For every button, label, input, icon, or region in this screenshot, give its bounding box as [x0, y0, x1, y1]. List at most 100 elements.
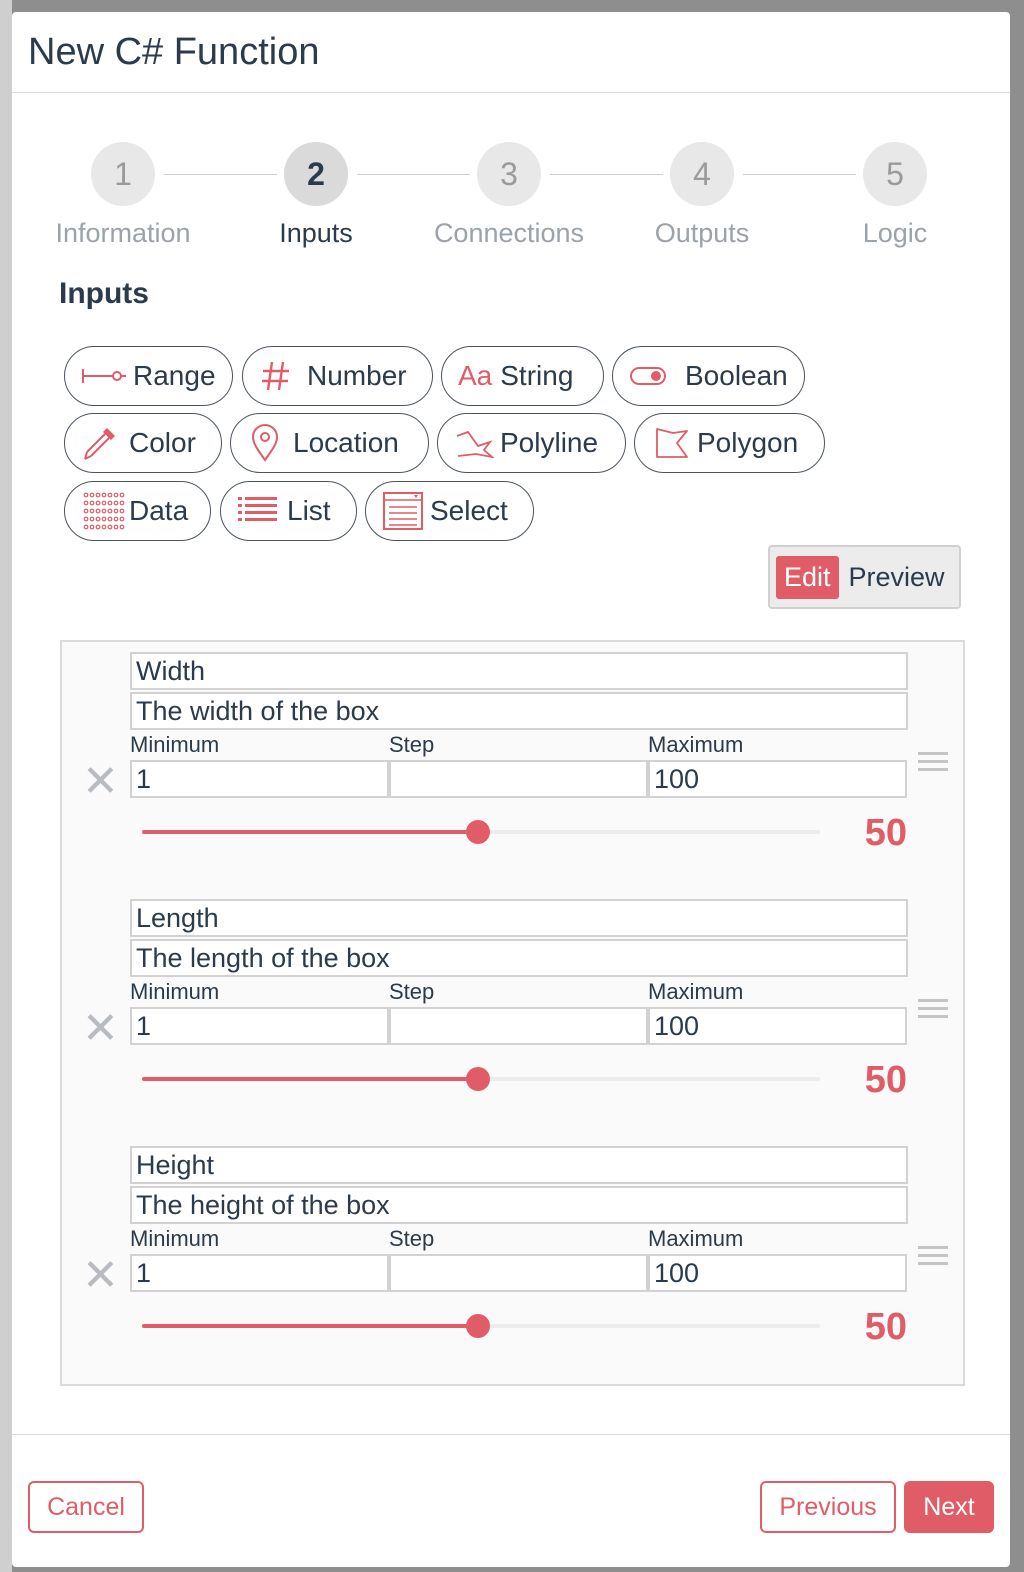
- step-label: Outputs: [654, 218, 750, 248]
- minimum-label: Minimum: [130, 979, 220, 1004]
- input-description-field[interactable]: The width of the box: [130, 692, 908, 730]
- chip-label: Polyline: [500, 427, 599, 458]
- wizard-stepper: 1 Information 2 Inputs 3 Connections 4 O…: [12, 142, 1010, 252]
- close-icon[interactable]: ✕: [82, 760, 119, 804]
- next-button[interactable]: Next: [904, 1481, 994, 1533]
- hash-icon: [262, 361, 289, 391]
- minimum-field[interactable]: 1: [130, 760, 389, 798]
- chip-label: Data: [129, 495, 189, 526]
- add-color-button[interactable]: Color: [64, 413, 222, 473]
- step-number: 1: [91, 142, 155, 206]
- toggle-icon: [630, 367, 666, 385]
- drag-handle-icon[interactable]: [918, 1244, 948, 1268]
- step-connections[interactable]: 3 Connections: [409, 142, 609, 249]
- step-logic[interactable]: 5 Logic: [795, 142, 995, 249]
- range-slider-icon: [82, 369, 126, 383]
- chip-label: Select: [430, 495, 508, 526]
- close-icon[interactable]: ✕: [82, 1007, 119, 1051]
- slider-value: 50: [864, 812, 907, 854]
- input-description-field[interactable]: The height of the box: [130, 1186, 908, 1224]
- range-input-item: Length The length of the box Minimum Ste…: [62, 899, 963, 1139]
- range-slider[interactable]: [142, 1314, 820, 1338]
- chip-label: String: [500, 360, 574, 391]
- step-number: 5: [863, 142, 927, 206]
- step-number: 4: [670, 142, 734, 206]
- slider-value: 50: [864, 1306, 907, 1348]
- step-information[interactable]: 1 Information: [23, 142, 223, 249]
- step-label: Logic: [862, 218, 928, 248]
- chip-label: Number: [307, 360, 407, 391]
- minimum-label: Minimum: [130, 732, 220, 757]
- chip-label: Range: [133, 360, 216, 391]
- step-number: 2: [284, 142, 348, 206]
- step-label: Step: [389, 1226, 435, 1251]
- add-polyline-button[interactable]: Polyline: [437, 413, 626, 473]
- minimum-field[interactable]: 1: [130, 1007, 389, 1045]
- step-outputs[interactable]: 4 Outputs: [602, 142, 802, 249]
- step-label: Information: [55, 218, 191, 248]
- close-icon[interactable]: ✕: [82, 1254, 119, 1298]
- backdrop: [0, 0, 12, 1572]
- new-function-dialog: New C# Function 1 Information 2 Inputs 3…: [12, 12, 1010, 1567]
- inputs-list: Width The width of the box Minimum Step …: [60, 640, 965, 1386]
- step-inputs[interactable]: 2 Inputs: [216, 142, 416, 249]
- view-mode-toggle: Edit Preview: [768, 545, 961, 609]
- dialog-footer: Cancel Previous Next: [12, 1434, 1010, 1567]
- maximum-field[interactable]: 100: [648, 1007, 907, 1045]
- step-label: Inputs: [279, 218, 353, 248]
- step-number: 3: [477, 142, 541, 206]
- slider-thumb[interactable]: [465, 1067, 490, 1091]
- preview-mode-button[interactable]: Preview: [849, 562, 945, 593]
- slider-fill: [142, 1324, 478, 1328]
- input-name-field[interactable]: Width: [130, 652, 908, 690]
- cancel-button[interactable]: Cancel: [28, 1481, 144, 1533]
- chip-label: Location: [293, 427, 399, 458]
- drag-handle-icon[interactable]: [918, 997, 948, 1021]
- previous-button[interactable]: Previous: [760, 1481, 896, 1533]
- chip-label: Polygon: [697, 427, 799, 458]
- maximum-field[interactable]: 100: [648, 760, 907, 798]
- minimum-field[interactable]: 1: [130, 1254, 389, 1292]
- dialog-header: New C# Function: [12, 12, 1010, 93]
- add-polygon-button[interactable]: Polygon: [634, 413, 825, 473]
- chip-label: Color: [129, 427, 196, 458]
- add-boolean-button[interactable]: Boolean: [612, 346, 805, 406]
- add-range-button[interactable]: Range: [64, 346, 233, 406]
- input-name-field[interactable]: Length: [130, 899, 908, 937]
- maximum-field[interactable]: 100: [648, 1254, 907, 1292]
- slider-thumb[interactable]: [465, 1314, 490, 1338]
- slider-fill: [142, 830, 478, 834]
- slider-thumb[interactable]: [465, 820, 490, 844]
- data-grid-icon: [83, 492, 125, 530]
- polyline-icon: [456, 430, 494, 459]
- add-string-button[interactable]: Aa String: [441, 346, 604, 406]
- range-slider[interactable]: [142, 1067, 820, 1091]
- add-location-button[interactable]: Location: [230, 413, 429, 473]
- dialog-title: New C# Function: [28, 30, 320, 73]
- input-description-field[interactable]: The length of the box: [130, 939, 908, 977]
- range-slider[interactable]: [142, 820, 820, 844]
- maximum-label: Maximum: [648, 979, 744, 1004]
- slider-fill: [142, 1077, 478, 1081]
- minimum-label: Minimum: [130, 1226, 220, 1251]
- chip-label: Boolean: [685, 360, 788, 391]
- add-select-button[interactable]: Select: [365, 481, 534, 541]
- step-label: Step: [389, 732, 435, 757]
- slider-value: 50: [864, 1059, 907, 1101]
- chip-label: List: [287, 495, 331, 526]
- maximum-label: Maximum: [648, 1226, 744, 1251]
- edit-mode-button[interactable]: Edit: [776, 555, 839, 599]
- text-aa-icon: Aa: [458, 360, 493, 391]
- polygon-icon: [656, 428, 688, 458]
- step-field[interactable]: [389, 760, 648, 798]
- step-field[interactable]: [389, 1254, 648, 1292]
- input-name-field[interactable]: Height: [130, 1146, 908, 1184]
- range-input-item: Height The height of the box Minimum Ste…: [62, 1146, 963, 1386]
- add-number-button[interactable]: Number: [242, 346, 433, 406]
- range-input-item: Width The width of the box Minimum Step …: [62, 652, 963, 892]
- add-list-button[interactable]: List: [220, 481, 357, 541]
- add-data-button[interactable]: Data: [64, 481, 211, 541]
- step-label: Step: [389, 979, 435, 1004]
- drag-handle-icon[interactable]: [918, 750, 948, 774]
- step-field[interactable]: [389, 1007, 648, 1045]
